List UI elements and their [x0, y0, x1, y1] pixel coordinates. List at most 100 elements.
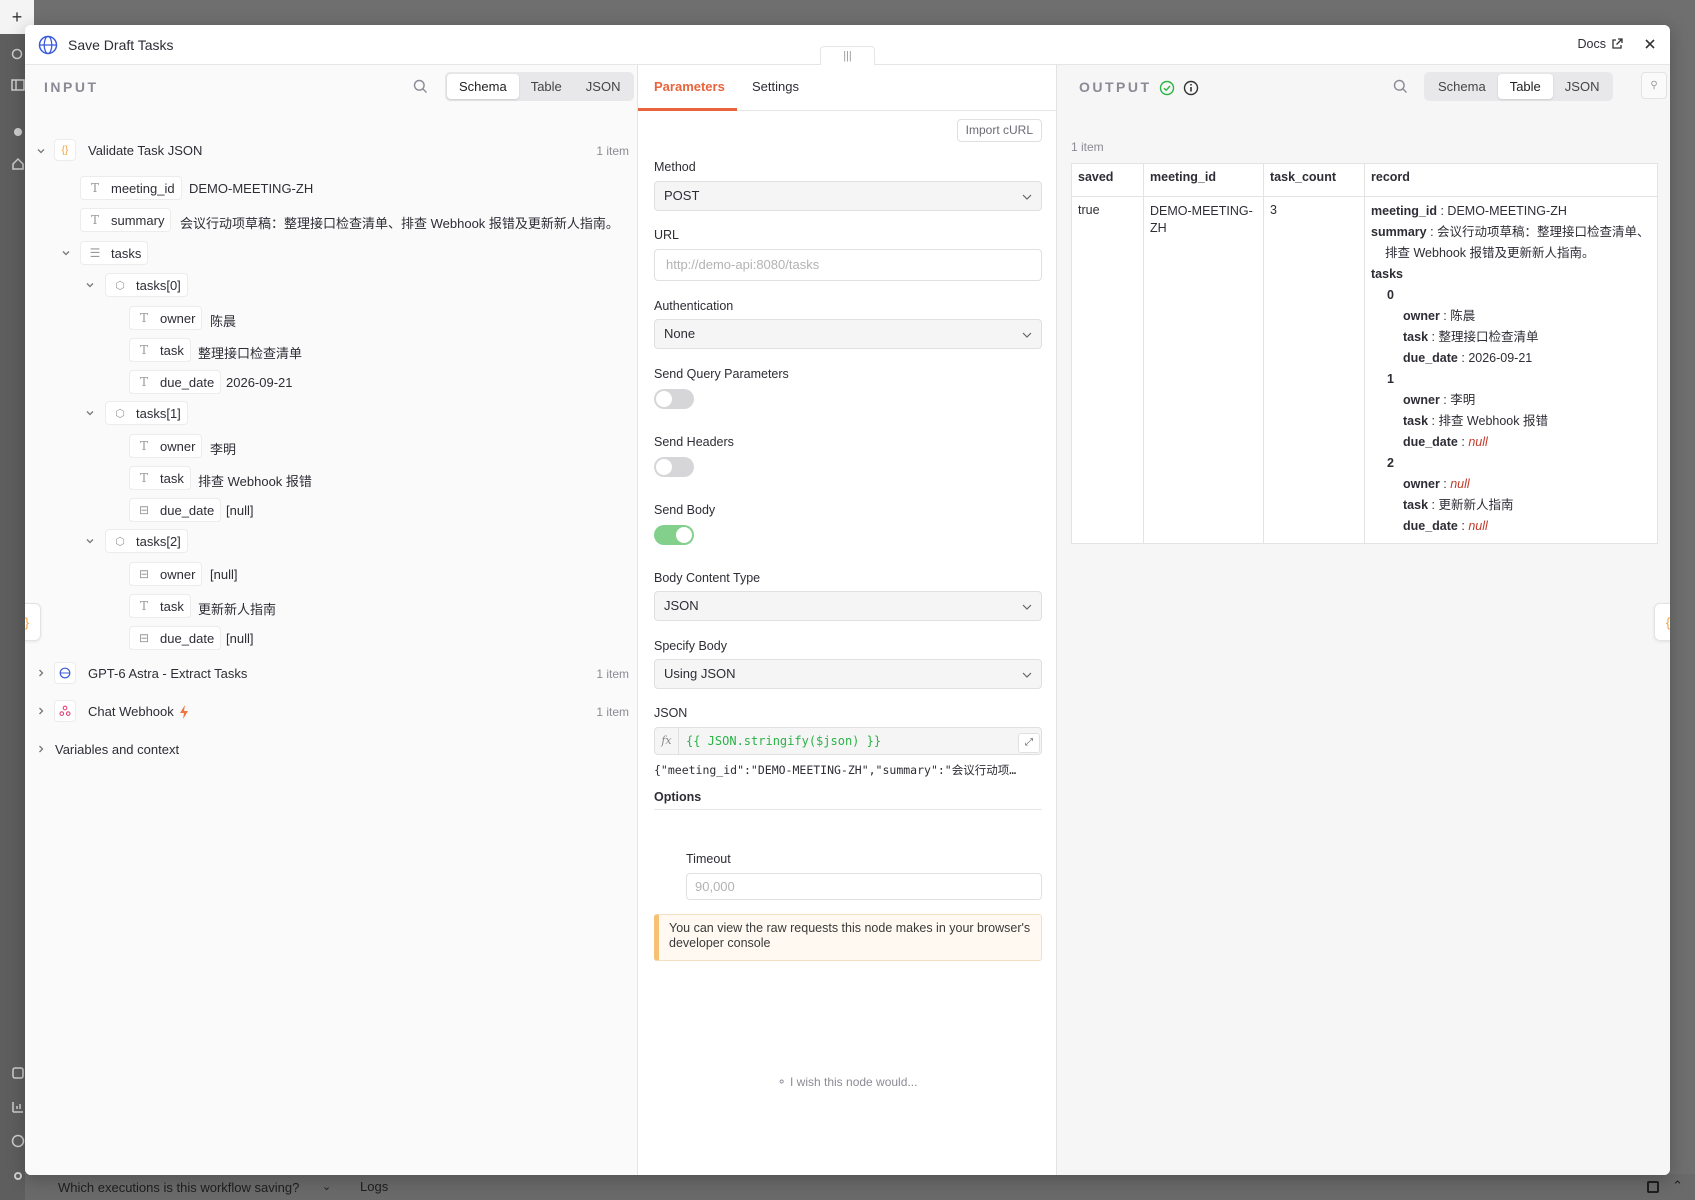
record-task-due-date: due_date : null: [1403, 435, 1488, 449]
chevron-down-icon[interactable]: [85, 536, 95, 546]
import-curl-button[interactable]: Import cURL: [956, 119, 1042, 142]
timeout-input[interactable]: 90,000: [686, 873, 1042, 900]
output-view-toggle: Schema Table JSON: [1424, 72, 1614, 101]
record-meeting-id: meeting_id : DEMO-MEETING-ZH: [1371, 204, 1567, 218]
chevron-right-icon[interactable]: [36, 668, 46, 678]
field-value-task: 排查 Webhook 报错: [198, 474, 312, 489]
field-key-owner[interactable]: Towner: [129, 306, 203, 330]
url-input[interactable]: http://demo-api:8080/tasks: [654, 249, 1042, 281]
docs-link[interactable]: Docs: [1578, 37, 1623, 51]
field-value-owner: [null]: [210, 567, 238, 582]
column-header-saved[interactable]: saved: [1071, 163, 1144, 197]
column-header-task-count[interactable]: task_count: [1263, 163, 1365, 197]
record-task-index: 0: [1387, 288, 1394, 302]
field-key-tasks-2[interactable]: ⬡ tasks[2]: [105, 529, 188, 553]
send-query-toggle[interactable]: [654, 389, 694, 409]
chevron-down-icon[interactable]: [85, 280, 95, 290]
field-key-due-date[interactable]: ⊟ due_date: [129, 498, 222, 522]
chevron-right-icon[interactable]: [36, 706, 46, 716]
chevron-up-icon[interactable]: ⌃: [1672, 1178, 1683, 1194]
drag-handle[interactable]: |||: [820, 46, 875, 65]
field-key-due-date[interactable]: Tdue_date: [129, 370, 222, 394]
node-details-modal: Save Draft Tasks Docs ||| INPUT Schema T…: [25, 25, 1670, 1175]
field-key-owner[interactable]: ⊟ owner: [129, 562, 203, 586]
column-header-meeting-id[interactable]: meeting_id: [1143, 163, 1264, 197]
json-expression[interactable]: {{ JSON.stringify($json) }}: [686, 728, 881, 754]
record-summary: summary : 会议行动项草稿：整理接口检查清单、: [1371, 225, 1650, 239]
info-icon[interactable]: [1183, 80, 1199, 96]
output-view-json[interactable]: JSON: [1553, 74, 1612, 99]
text-type-icon: T: [139, 311, 148, 325]
pin-icon[interactable]: ⚲: [1641, 72, 1667, 99]
logs-label[interactable]: Logs: [360, 1179, 388, 1194]
panel-icon[interactable]: [11, 78, 25, 92]
feedback-link[interactable]: ⚬ I wish this node would...: [638, 1075, 1056, 1089]
body-content-type-select[interactable]: JSON: [654, 591, 1042, 621]
send-headers-label: Send Headers: [654, 435, 734, 449]
json-expression-editor[interactable]: fx {{ JSON.stringify($json) }} ⤢: [654, 727, 1042, 755]
chevron-down-icon[interactable]: [36, 146, 46, 156]
field-key-task[interactable]: Ttask: [129, 338, 191, 362]
record-task-task: task : 排查 Webhook 报错: [1403, 414, 1548, 428]
settings-icon[interactable]: [11, 1169, 25, 1183]
field-key-tasks[interactable]: ☰ tasks: [80, 241, 149, 265]
field-key-meeting-id[interactable]: Tmeeting_id: [80, 176, 182, 200]
expand-editor-icon[interactable]: ⤢: [1018, 733, 1040, 753]
send-body-toggle[interactable]: [654, 525, 694, 545]
chevron-down-icon: [1022, 332, 1032, 338]
input-view-table[interactable]: Table: [519, 74, 574, 99]
node-name[interactable]: GPT-6 Astra - Extract Tasks: [88, 666, 247, 681]
field-value-task: 更新新人指南: [198, 602, 277, 617]
insights-icon[interactable]: [11, 1100, 25, 1114]
close-icon[interactable]: [1642, 36, 1658, 52]
method-select[interactable]: POST: [654, 181, 1042, 211]
authentication-select[interactable]: None: [654, 319, 1042, 349]
templates-icon[interactable]: [11, 1066, 25, 1080]
chevron-down-icon[interactable]: [61, 248, 71, 258]
nodes-icon[interactable]: [11, 125, 25, 139]
globe-icon: [38, 35, 58, 55]
text-type-icon: T: [139, 343, 148, 357]
record-tasks-key: tasks: [1371, 267, 1403, 281]
send-headers-toggle[interactable]: [654, 457, 694, 477]
executions-question[interactable]: Which executions is this workflow saving…: [58, 1180, 299, 1195]
ai-node-icon: [54, 662, 76, 684]
chevron-down-icon[interactable]: ⌄: [322, 1180, 331, 1193]
success-check-icon: [1159, 80, 1175, 96]
output-view-table[interactable]: Table: [1497, 74, 1553, 99]
method-label: Method: [654, 160, 696, 174]
specify-body-select[interactable]: Using JSON: [654, 659, 1042, 689]
search-icon[interactable]: [413, 79, 428, 94]
help-icon[interactable]: [11, 1134, 25, 1148]
search-icon[interactable]: [11, 48, 25, 62]
chevron-down-icon[interactable]: [85, 408, 95, 418]
chevron-right-icon[interactable]: [36, 744, 46, 754]
field-key-task[interactable]: Ttask: [129, 594, 191, 618]
record-task-due-date: due_date : 2026-09-21: [1403, 351, 1533, 365]
field-key-tasks-1[interactable]: ⬡ tasks[1]: [105, 401, 188, 425]
input-view-schema[interactable]: Schema: [447, 74, 519, 99]
tab-parameters[interactable]: Parameters: [654, 79, 725, 94]
chevron-down-icon: [1022, 194, 1032, 200]
node-name[interactable]: Validate Task JSON: [88, 143, 202, 158]
column-header-record[interactable]: record: [1364, 163, 1658, 197]
search-icon[interactable]: [1393, 79, 1408, 94]
field-key-owner[interactable]: Towner: [129, 434, 203, 458]
copy-icon[interactable]: [1647, 1181, 1659, 1193]
output-label: OUTPUT: [1079, 79, 1152, 95]
home-icon[interactable]: [11, 157, 25, 171]
modal-title[interactable]: Save Draft Tasks: [68, 37, 174, 53]
output-view-schema[interactable]: Schema: [1426, 74, 1498, 99]
field-key-summary[interactable]: Tsummary: [80, 208, 172, 232]
field-key-task[interactable]: Ttask: [129, 466, 191, 490]
specify-body-value: Using JSON: [664, 666, 736, 681]
variables-and-context[interactable]: Variables and context: [55, 742, 179, 757]
tab-settings[interactable]: Settings: [752, 79, 799, 94]
field-key-tasks-0[interactable]: ⬡ tasks[0]: [105, 273, 188, 297]
node-name[interactable]: Chat Webhook: [88, 704, 174, 719]
input-mapping-brace-icon[interactable]: { }: [25, 603, 41, 641]
input-view-json[interactable]: JSON: [574, 74, 633, 99]
node-item-count: 1 item: [596, 144, 629, 158]
field-key-due-date[interactable]: ⊟ due_date: [129, 626, 222, 650]
output-mapping-brace-icon[interactable]: { }: [1654, 603, 1670, 641]
